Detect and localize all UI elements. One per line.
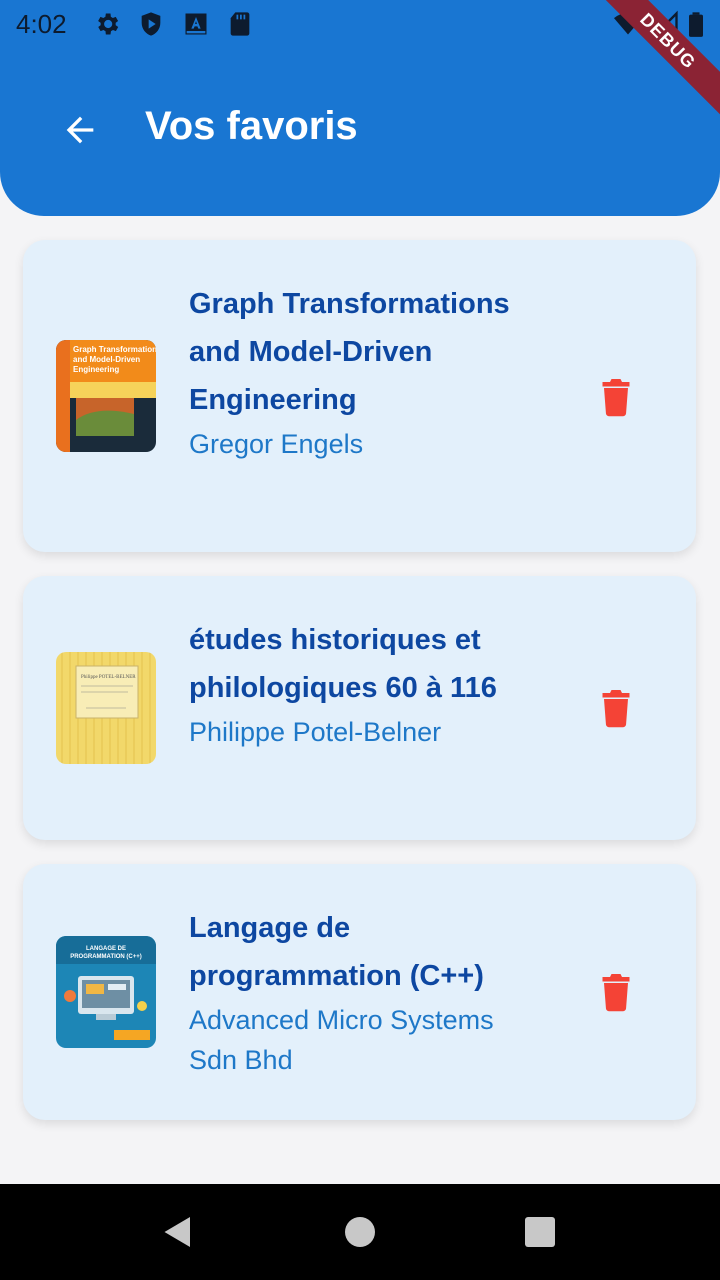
nav-recents-icon[interactable]	[522, 1214, 558, 1250]
nav-back-icon[interactable]	[160, 1214, 196, 1250]
book-cover[interactable]: Philippe POTEL-BELNER	[56, 652, 156, 764]
system-nav-bar	[0, 1184, 720, 1280]
page-title: Vos favoris	[145, 104, 358, 148]
book-title: études historiques et philologiques 60 à…	[189, 624, 497, 704]
favorite-card[interactable]: LANGAGE DE PROGRAMMATION (C++) Langage d…	[23, 864, 696, 1120]
book-info: Graph Transformations and Model-Driven E…	[189, 280, 529, 464]
back-arrow-icon[interactable]	[60, 110, 100, 150]
delete-icon[interactable]	[598, 972, 634, 1012]
favorite-card[interactable]: Philippe POTEL-BELNER études historiques…	[23, 576, 696, 840]
svg-text:Engineering: Engineering	[73, 365, 119, 374]
book-title: Langage de programmation (C++)	[189, 912, 484, 992]
book-author: Philippe Potel-Belner	[189, 717, 442, 747]
shield-icon	[141, 12, 161, 36]
svg-text:Graph Transformations: Graph Transformations	[73, 345, 156, 354]
favorite-card[interactable]: Graph Transformations and Model-Driven E…	[23, 240, 696, 552]
status-bar: 4:02	[0, 0, 720, 50]
svg-text:PROGRAMMATION (C++): PROGRAMMATION (C++)	[70, 954, 142, 960]
settings-icon	[98, 13, 119, 35]
status-time: 4:02	[16, 9, 67, 39]
book-cover[interactable]: LANGAGE DE PROGRAMMATION (C++)	[56, 936, 156, 1048]
sd-card-icon	[230, 12, 250, 36]
svg-text:and Model-Driven: and Model-Driven	[73, 355, 140, 364]
book-title: Graph Transformations and Model-Driven E…	[189, 288, 510, 416]
delete-icon[interactable]	[598, 377, 634, 417]
book-info: Langage de programmation (C++) Advanced …	[189, 904, 529, 1080]
text-a-icon	[185, 13, 207, 35]
delete-icon[interactable]	[598, 688, 634, 728]
svg-text:LANGAGE DE: LANGAGE DE	[86, 946, 126, 952]
book-cover[interactable]: Graph Transformations and Model-Driven E…	[56, 340, 156, 452]
svg-text:Philippe POTEL-BELNER: Philippe POTEL-BELNER	[81, 675, 136, 680]
battery-icon	[689, 12, 703, 37]
book-info: études historiques et philologiques 60 à…	[189, 616, 529, 752]
book-author: Advanced Micro Systems Sdn Bhd	[189, 1005, 494, 1075]
book-author: Gregor Engels	[189, 429, 364, 459]
nav-home-icon[interactable]	[342, 1214, 378, 1250]
